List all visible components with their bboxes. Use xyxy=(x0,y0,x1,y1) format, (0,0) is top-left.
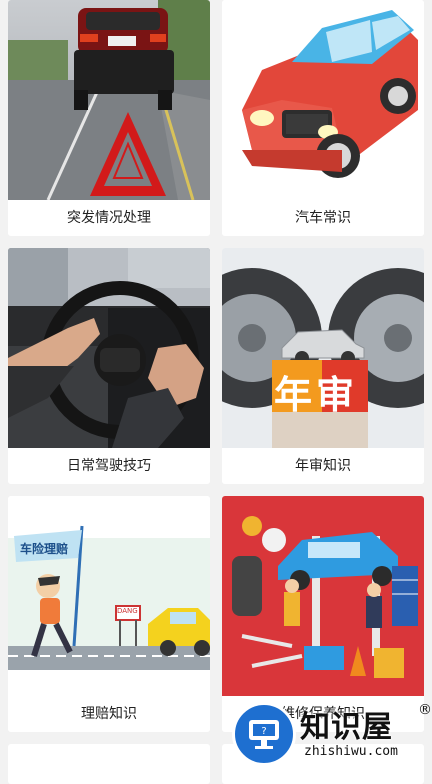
category-card-insurance-claims[interactable]: 车险理赔 DANG 理赔知识 xyxy=(8,496,210,732)
road-sign-text: DANG xyxy=(117,607,138,615)
card-label: 汽车常识 xyxy=(222,201,424,235)
svg-text:?: ? xyxy=(261,726,266,737)
category-card-partial-left[interactable] xyxy=(8,744,210,784)
driving-tips-thumbnail xyxy=(8,248,210,448)
card-label: 日常驾驶技巧 xyxy=(8,449,210,483)
card-label: 年审知识 xyxy=(222,449,424,483)
category-card-driving-tips[interactable]: 日常驾驶技巧 xyxy=(8,248,210,484)
maintenance-thumbnail xyxy=(222,496,424,696)
card-label: 理赔知识 xyxy=(8,697,210,731)
card-label: 突发情况处理 xyxy=(8,201,210,235)
watermark-url: zhishiwu.com xyxy=(304,744,398,759)
category-card-emergency[interactable]: 突发情况处理 xyxy=(8,0,210,236)
car-knowledge-thumbnail xyxy=(222,0,424,200)
monitor-icon: ? xyxy=(232,702,296,766)
category-card-annual-inspection[interactable]: 年审 年审知识 xyxy=(222,248,424,484)
emergency-thumbnail xyxy=(8,0,210,200)
category-card-car-knowledge[interactable]: 汽车常识 xyxy=(222,0,424,236)
claims-flag-text: 车险理赔 xyxy=(20,542,69,556)
category-card-maintenance[interactable]: 维修保养知识 xyxy=(222,496,424,732)
registered-mark: ® xyxy=(418,702,432,718)
watermark-title: 知识屋 xyxy=(300,710,393,745)
annual-inspection-thumbnail: 年审 xyxy=(222,248,424,448)
watermark: ? 知识屋 ® zhishiwu.com xyxy=(232,700,432,768)
insurance-claims-thumbnail: 车险理赔 DANG xyxy=(8,496,210,696)
inspection-sign-text: 年审 xyxy=(274,373,359,417)
